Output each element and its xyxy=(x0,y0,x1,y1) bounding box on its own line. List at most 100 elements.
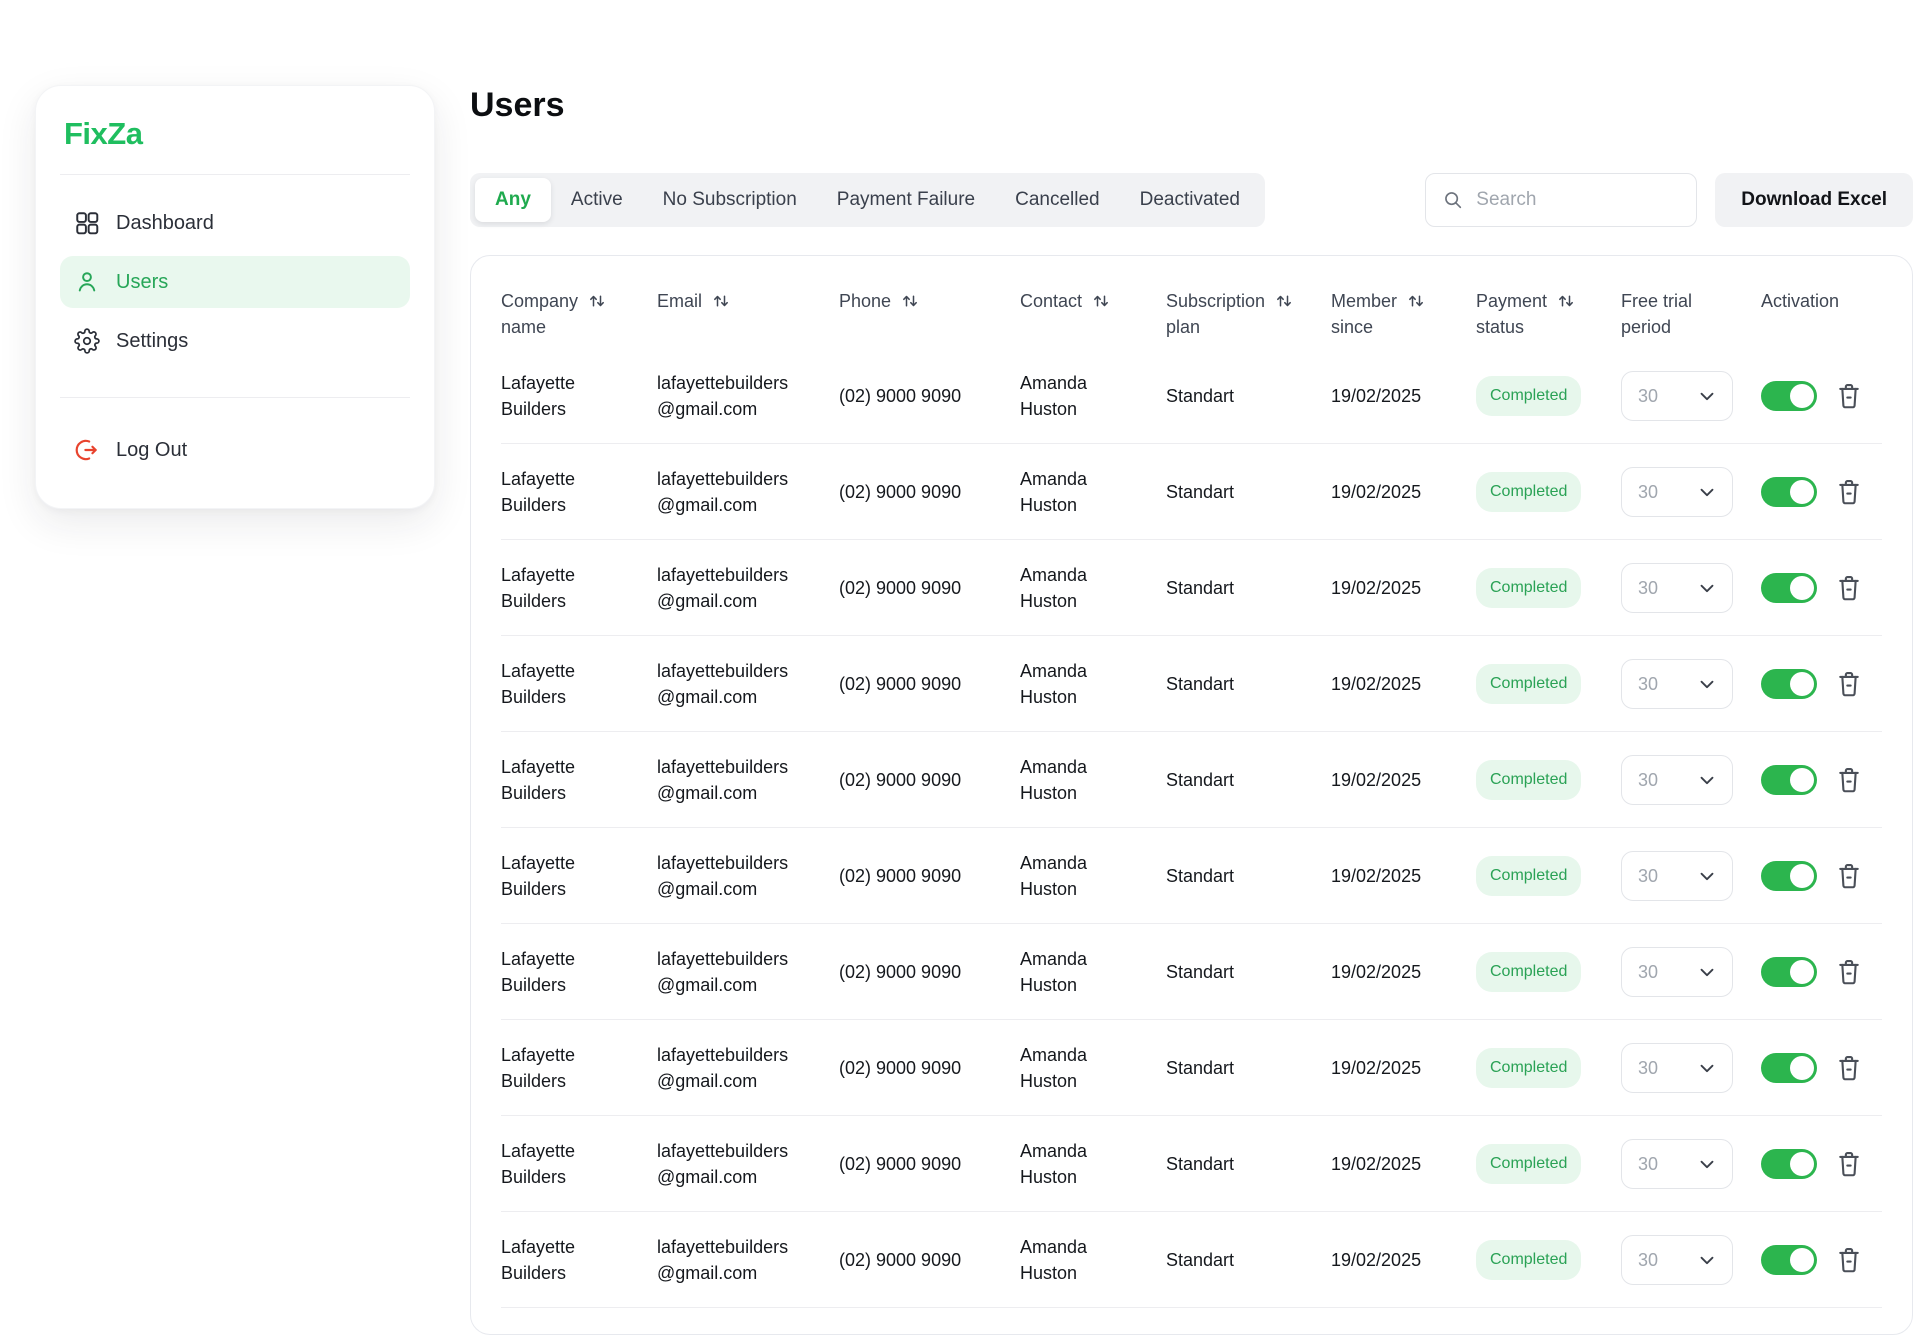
sort-icon[interactable] xyxy=(1407,292,1425,310)
free-trial-dropdown[interactable]: 30 xyxy=(1621,1139,1733,1189)
payment-status-cell: Completed xyxy=(1476,1048,1621,1088)
activation-toggle[interactable] xyxy=(1761,381,1817,411)
sidebar-item-label: Settings xyxy=(116,330,188,353)
trash-icon[interactable] xyxy=(1835,1149,1863,1179)
sort-icon[interactable] xyxy=(712,292,730,310)
activation-toggle[interactable] xyxy=(1761,957,1817,987)
column-header-activation: Activation xyxy=(1761,288,1884,314)
activation-cell xyxy=(1761,1245,1884,1275)
member-since-cell: 19/02/2025 xyxy=(1331,863,1476,889)
activation-toggle[interactable] xyxy=(1761,477,1817,507)
chevron-down-icon xyxy=(1696,673,1718,695)
phone-cell: (02) 9000 9090 xyxy=(839,1055,1020,1081)
trash-icon[interactable] xyxy=(1835,957,1863,987)
activation-toggle[interactable] xyxy=(1761,1149,1817,1179)
company-name-cell: LafayetteBuilders xyxy=(501,370,657,422)
table-row: LafayetteBuilders lafayettebuilders@gmai… xyxy=(501,828,1882,924)
search-box[interactable] xyxy=(1425,173,1697,227)
payment-status-cell: Completed xyxy=(1476,664,1621,704)
filter-tab-payment-failure[interactable]: Payment Failure xyxy=(817,178,995,222)
activation-toggle[interactable] xyxy=(1761,573,1817,603)
app-logo: FixZa xyxy=(60,116,410,152)
controls-row: AnyActiveNo SubscriptionPayment FailureC… xyxy=(470,173,1913,227)
contact-cell: AmandaHuston xyxy=(1020,658,1166,710)
subscription-plan-cell: Standart xyxy=(1166,863,1331,889)
search-input[interactable] xyxy=(1476,189,1680,211)
download-excel-button[interactable]: Download Excel xyxy=(1715,173,1913,227)
free-trial-dropdown[interactable]: 30 xyxy=(1621,371,1733,421)
sort-icon[interactable] xyxy=(1275,292,1293,310)
filter-tab-no-subscription[interactable]: No Subscription xyxy=(643,178,817,222)
email-cell: lafayettebuilders@gmail.com xyxy=(657,1234,839,1286)
trash-icon[interactable] xyxy=(1835,1053,1863,1083)
activation-toggle[interactable] xyxy=(1761,765,1817,795)
free-trial-cell: 30 xyxy=(1621,1139,1761,1189)
filter-tab-any[interactable]: Any xyxy=(475,178,551,222)
subscription-plan-cell: Standart xyxy=(1166,1055,1331,1081)
trash-icon[interactable] xyxy=(1835,669,1863,699)
company-name-cell: LafayetteBuilders xyxy=(501,1234,657,1286)
activation-cell xyxy=(1761,1149,1884,1179)
chevron-down-icon xyxy=(1696,385,1718,407)
sidebar-item-users[interactable]: Users xyxy=(60,256,410,308)
free-trial-dropdown[interactable]: 30 xyxy=(1621,659,1733,709)
sidebar-item-label: Dashboard xyxy=(116,212,214,235)
sort-icon[interactable] xyxy=(1092,292,1110,310)
logout-button[interactable]: Log Out xyxy=(60,424,410,476)
sidebar-item-dashboard[interactable]: Dashboard xyxy=(60,197,410,249)
trash-icon[interactable] xyxy=(1835,765,1863,795)
subscription-plan-cell: Standart xyxy=(1166,671,1331,697)
company-name-cell: LafayetteBuilders xyxy=(501,850,657,902)
table-row: LafayetteBuilders lafayettebuilders@gmai… xyxy=(501,540,1882,636)
free-trial-dropdown[interactable]: 30 xyxy=(1621,1235,1733,1285)
free-trial-cell: 30 xyxy=(1621,659,1761,709)
filter-tab-cancelled[interactable]: Cancelled xyxy=(995,178,1120,222)
sort-icon[interactable] xyxy=(1557,292,1575,310)
column-header-freetrial: Free trial period xyxy=(1621,288,1761,340)
payment-status-cell: Completed xyxy=(1476,760,1621,800)
subscription-plan-cell: Standart xyxy=(1166,479,1331,505)
filter-tab-deactivated[interactable]: Deactivated xyxy=(1120,178,1260,222)
email-cell: lafayettebuilders@gmail.com xyxy=(657,370,839,422)
subscription-plan-cell: Standart xyxy=(1166,1151,1331,1177)
free-trial-dropdown[interactable]: 30 xyxy=(1621,467,1733,517)
free-trial-dropdown[interactable]: 30 xyxy=(1621,563,1733,613)
company-name-cell: LafayetteBuilders xyxy=(501,562,657,614)
phone-cell: (02) 9000 9090 xyxy=(839,383,1020,409)
contact-cell: AmandaHuston xyxy=(1020,946,1166,998)
email-cell: lafayettebuilders@gmail.com xyxy=(657,658,839,710)
subscription-plan-cell: Standart xyxy=(1166,1247,1331,1273)
activation-toggle[interactable] xyxy=(1761,861,1817,891)
payment-status-cell: Completed xyxy=(1476,472,1621,512)
activation-toggle[interactable] xyxy=(1761,669,1817,699)
free-trial-dropdown[interactable]: 30 xyxy=(1621,1043,1733,1093)
activation-toggle[interactable] xyxy=(1761,1053,1817,1083)
table-row: LafayetteBuilders lafayettebuilders@gmai… xyxy=(501,1020,1882,1116)
sidebar-item-settings[interactable]: Settings xyxy=(60,315,410,367)
free-trial-dropdown[interactable]: 30 xyxy=(1621,947,1733,997)
sort-icon[interactable] xyxy=(901,292,919,310)
sort-icon[interactable] xyxy=(588,292,606,310)
free-trial-dropdown[interactable]: 30 xyxy=(1621,755,1733,805)
activation-cell xyxy=(1761,861,1884,891)
contact-cell: AmandaHuston xyxy=(1020,1138,1166,1190)
free-trial-dropdown[interactable]: 30 xyxy=(1621,851,1733,901)
activation-cell xyxy=(1761,957,1884,987)
trash-icon[interactable] xyxy=(1835,477,1863,507)
subscription-plan-cell: Standart xyxy=(1166,959,1331,985)
payment-status-cell: Completed xyxy=(1476,568,1621,608)
status-badge: Completed xyxy=(1476,376,1581,416)
status-badge: Completed xyxy=(1476,1048,1581,1088)
trash-icon[interactable] xyxy=(1835,861,1863,891)
users-table-card: Company name Email Phone xyxy=(470,255,1913,1335)
trash-icon[interactable] xyxy=(1835,1245,1863,1275)
activation-toggle[interactable] xyxy=(1761,1245,1817,1275)
status-badge: Completed xyxy=(1476,952,1581,992)
trash-icon[interactable] xyxy=(1835,381,1863,411)
trash-icon[interactable] xyxy=(1835,573,1863,603)
dashboard-icon xyxy=(74,210,100,236)
status-badge: Completed xyxy=(1476,664,1581,704)
sidebar-divider-top xyxy=(60,174,410,175)
company-name-cell: LafayetteBuilders xyxy=(501,1042,657,1094)
filter-tab-active[interactable]: Active xyxy=(551,178,643,222)
